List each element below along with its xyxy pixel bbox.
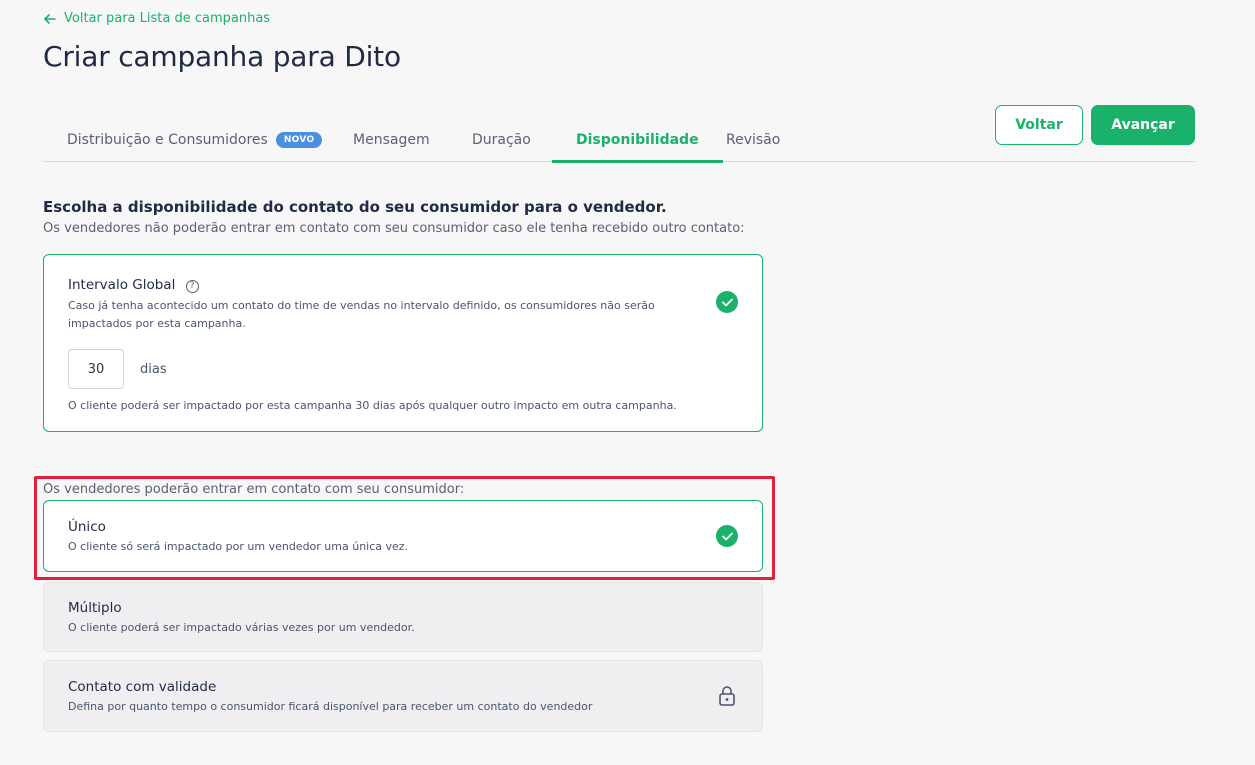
next-button[interactable]: Avançar bbox=[1091, 105, 1195, 145]
option-description: O cliente só será impactado por um vende… bbox=[68, 540, 409, 553]
tab-label: Disponibilidade bbox=[576, 132, 699, 148]
option-title: Único bbox=[68, 519, 106, 535]
lock-icon bbox=[719, 686, 735, 706]
global-interval-title-row: Intervalo Global ? bbox=[68, 277, 199, 293]
option-contato-validade-card[interactable]: Contato com validade Defina por quanto t… bbox=[43, 660, 763, 732]
tab-label: Distribuição e Consumidores bbox=[67, 132, 268, 148]
tab-label: Mensagem bbox=[353, 132, 430, 148]
option-multiplo-card[interactable]: Múltiplo O cliente poderá ser impactado … bbox=[43, 582, 763, 652]
tab-disponibilidade[interactable]: Disponibilidade bbox=[552, 118, 723, 163]
option-unico-card[interactable]: Único O cliente só será impactado por um… bbox=[43, 500, 763, 572]
check-circle-icon bbox=[716, 291, 738, 313]
option-description: Defina por quanto tempo o consumidor fic… bbox=[68, 700, 593, 713]
global-interval-note: O cliente poderá ser impactado por esta … bbox=[68, 399, 677, 412]
option-title: Contato com validade bbox=[68, 679, 217, 695]
global-interval-title: Intervalo Global bbox=[68, 277, 176, 293]
description-line-1: Caso já tenha acontecido um contato do t… bbox=[68, 299, 655, 312]
tab-label: Revisão bbox=[726, 132, 781, 148]
page-title: Criar campanha para Dito bbox=[43, 40, 401, 73]
back-to-campaign-list-link[interactable]: Voltar para Lista de campanhas bbox=[44, 11, 270, 26]
global-interval-description: Caso já tenha acontecido um contato do t… bbox=[68, 297, 655, 333]
tab-mensagem[interactable]: Mensagem bbox=[353, 118, 430, 162]
tab-revisao[interactable]: Revisão bbox=[726, 118, 780, 162]
option-description: O cliente poderá ser impactado várias ve… bbox=[68, 621, 415, 634]
help-circle-icon[interactable]: ? bbox=[185, 279, 199, 293]
back-link-label: Voltar para Lista de campanhas bbox=[64, 11, 271, 26]
tab-distribuicao-consumidores[interactable]: Distribuição e Consumidores NOVO bbox=[67, 118, 323, 162]
availability-heading: Escolha a disponibilidade do contato do … bbox=[43, 198, 667, 216]
check-circle-icon bbox=[716, 525, 738, 547]
description-line-2: impactados por esta campanha. bbox=[68, 317, 246, 330]
tab-duracao[interactable]: Duração bbox=[472, 118, 531, 162]
option-title: Múltiplo bbox=[68, 600, 122, 616]
back-button[interactable]: Voltar bbox=[995, 105, 1083, 145]
tab-label: Duração bbox=[472, 132, 531, 148]
availability-subtitle: Os vendedores não poderão entrar em cont… bbox=[43, 221, 745, 236]
new-badge: NOVO bbox=[275, 132, 323, 148]
contact-mode-label: Os vendedores poderão entrar em contato … bbox=[43, 482, 465, 497]
global-interval-card[interactable]: Intervalo Global ? Caso já tenha acontec… bbox=[43, 254, 763, 432]
days-input[interactable] bbox=[68, 349, 124, 389]
arrow-left-icon bbox=[44, 13, 56, 24]
days-label: dias bbox=[140, 362, 167, 377]
